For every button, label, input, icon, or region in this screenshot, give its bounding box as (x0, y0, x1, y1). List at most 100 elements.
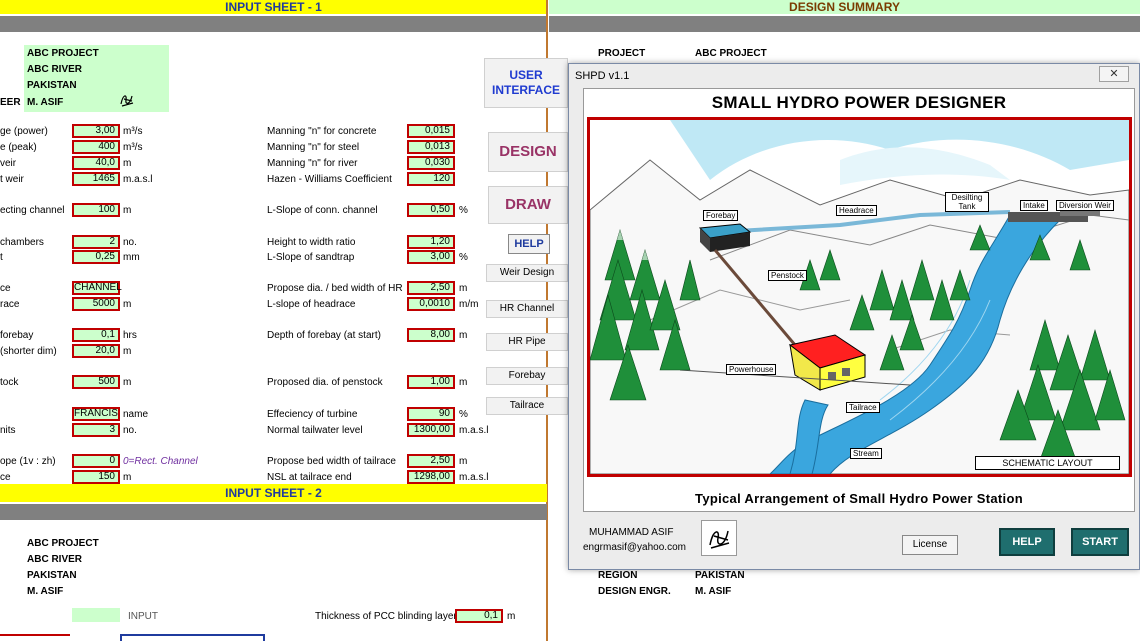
right-row-unit: m.a.s.l (459, 425, 489, 436)
right-row-label: Manning "n" for steel (267, 142, 360, 153)
input-sheet-2-header: INPUT SHEET - 2 (0, 484, 547, 502)
right-row-value-cell[interactable]: 1298,00 (407, 470, 455, 484)
right-row-label: Propose dia. / bed width of HR (267, 283, 403, 294)
summary-region-label: REGION (598, 570, 638, 581)
left-row-label: ce (0, 283, 11, 294)
left-row-label: race (0, 299, 20, 310)
left-row-value-cell[interactable]: 0 (72, 454, 120, 468)
sheet2-project-name: ABC PROJECT (27, 538, 99, 549)
right-row-label: Propose bed width of tailrace (267, 456, 396, 467)
right-row-value-cell[interactable]: 0,030 (407, 156, 455, 170)
right-row-value-cell[interactable]: 2,50 (407, 281, 455, 295)
design-button[interactable]: DESIGN (488, 132, 568, 172)
right-row-unit: % (459, 205, 468, 216)
hr-channel-button[interactable]: HR Channel (486, 300, 568, 318)
left-row-unit: m (123, 299, 132, 310)
left-row-value-cell[interactable]: 100 (72, 203, 120, 217)
left-row-value-cell[interactable]: 5000 (72, 297, 120, 311)
left-row-value-cell[interactable]: 3,00 (72, 124, 120, 138)
label-forebay: Forebay (703, 210, 739, 221)
help-side-button[interactable]: HELP (508, 234, 550, 254)
right-row-value-cell[interactable]: 90 (407, 407, 455, 421)
right-row-value-cell[interactable]: 0,013 (407, 140, 455, 154)
left-row-label: ce (0, 472, 11, 483)
left-row-value-cell[interactable]: 40,0 (72, 156, 120, 170)
right-row-label: NSL at tailrace end (267, 472, 352, 483)
left-row-value-cell[interactable]: 20,0 (72, 344, 120, 358)
left-row-unit: no. (123, 237, 137, 248)
right-row-value-cell[interactable]: 120 (407, 172, 455, 186)
right-row-unit: m/m (459, 299, 479, 310)
left-row-label: forebay (0, 330, 34, 341)
left-row-label: ecting channel (0, 205, 65, 216)
start-button[interactable]: START (1071, 528, 1129, 556)
left-row-unit: m (123, 472, 132, 483)
sheet2-engineer-name: M. ASIF (27, 586, 64, 597)
right-row-value-cell[interactable]: 1,20 (407, 235, 455, 249)
left-row-value-cell[interactable]: 500 (72, 375, 120, 389)
left-row-unit: name (123, 409, 149, 420)
left-row-unit: m (123, 158, 132, 169)
right-row-value-cell[interactable]: 0,015 (407, 124, 455, 138)
left-row-value-cell[interactable]: FRANCIS (72, 407, 120, 421)
left-row-unit: no. (123, 425, 137, 436)
right-row-unit: m (459, 283, 468, 294)
left-row-value-cell[interactable]: 2 (72, 235, 120, 249)
summary-region-value: PAKISTAN (695, 570, 745, 581)
left-row-value-cell[interactable]: 0,25 (72, 250, 120, 264)
right-row-label: Effeciency of turbine (267, 409, 358, 420)
summary-engr-label: DESIGN ENGR. (598, 586, 671, 597)
pcc-value-cell[interactable]: 0,1 (455, 609, 503, 623)
left-row-value-cell[interactable]: 400 (72, 140, 120, 154)
schematic-image: Forebay Headrace Desilting Tank Intake D… (587, 117, 1132, 477)
left-row-value-cell[interactable]: 150 (72, 470, 120, 484)
right-row-unit: % (459, 252, 468, 263)
hr-pipe-button[interactable]: HR Pipe (486, 333, 568, 351)
help-button[interactable]: HELP (999, 528, 1055, 556)
left-row-unit: m.a.s.l (123, 174, 153, 185)
left-row-value-cell[interactable]: 0,1 (72, 328, 120, 342)
label-schematic-layout: SCHEMATIC LAYOUT (975, 456, 1120, 470)
left-row-label: ope (1v : zh) (0, 456, 56, 467)
left-row-unit: m³/s (123, 126, 143, 137)
summary-engr-value: M. ASIF (695, 586, 732, 597)
license-button[interactable]: License (902, 535, 958, 555)
engineer-label-cut: EER (0, 97, 21, 108)
signature-logo-icon (709, 530, 730, 549)
left-row-label: ge (power) (0, 126, 48, 137)
shpd-dialog: SHPD v1.1 ✕ SMALL HYDRO POWER DESIGNER F… (568, 63, 1140, 570)
right-row-value-cell[interactable]: 0,0010 (407, 297, 455, 311)
right-row-value-cell[interactable]: 3,00 (407, 250, 455, 264)
label-desilting-tank: Desilting Tank (945, 192, 989, 212)
label-tailrace: Tailrace (846, 402, 880, 413)
left-row-label: e (peak) (0, 142, 37, 153)
right-row-value-cell[interactable]: 1300,00 (407, 423, 455, 437)
label-diversion-weir: Diversion Weir (1056, 200, 1114, 211)
left-row-value-cell[interactable]: CHANNEL (72, 281, 122, 295)
weir-design-button[interactable]: Weir Design (486, 264, 568, 282)
sheet2-gray-band (0, 504, 547, 520)
summary-gray-band (549, 16, 1140, 32)
input-sheet-1-header: INPUT SHEET - 1 (0, 0, 547, 14)
pcc-label: Thickness of PCC blinding layer (315, 611, 457, 622)
right-row-unit: % (459, 409, 468, 420)
right-row-value-cell[interactable]: 2,50 (407, 454, 455, 468)
forebay-button[interactable]: Forebay (486, 367, 568, 385)
right-row-value-cell[interactable]: 1,00 (407, 375, 455, 389)
sheet2-blue-bar (120, 634, 265, 641)
user-interface-button[interactable]: USER INTERFACE (484, 58, 568, 108)
river-name: ABC RIVER (27, 64, 83, 75)
close-icon[interactable]: ✕ (1099, 66, 1129, 82)
right-row-value-cell[interactable]: 0,50 (407, 203, 455, 217)
left-row-value-cell[interactable]: 1465 (72, 172, 120, 186)
draw-button[interactable]: DRAW (488, 186, 568, 224)
left-row-value-cell[interactable]: 3 (72, 423, 120, 437)
label-headrace: Headrace (836, 205, 877, 216)
right-row-value-cell[interactable]: 8,00 (407, 328, 455, 342)
pcc-unit: m (507, 611, 516, 622)
left-row-unit: m (123, 205, 132, 216)
left-row-label: tock (0, 377, 19, 388)
left-row-label: nits (0, 425, 16, 436)
tailrace-button[interactable]: Tailrace (486, 397, 568, 415)
right-row-label: Manning "n" for river (267, 158, 358, 169)
